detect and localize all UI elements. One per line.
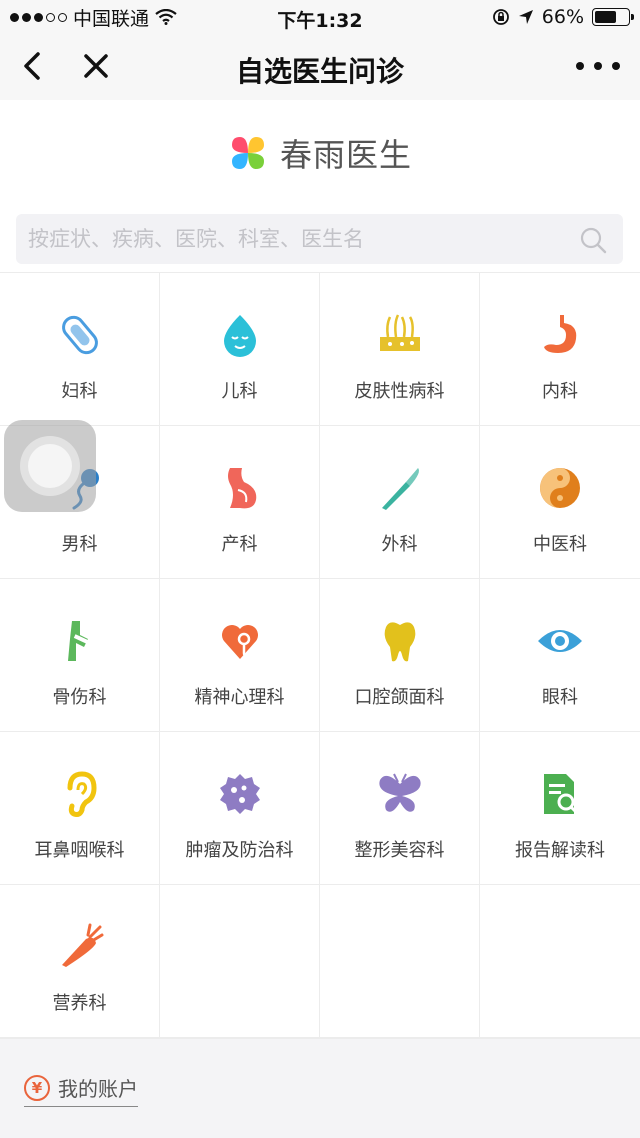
department-item[interactable]: 耳鼻咽喉科 bbox=[0, 732, 160, 885]
empty-cell bbox=[160, 885, 320, 1038]
department-label: 妇科 bbox=[61, 381, 98, 402]
department-label: 眼科 bbox=[542, 687, 578, 708]
department-item[interactable]: 营养科 bbox=[0, 885, 160, 1038]
department-label: 皮肤性病科 bbox=[354, 381, 445, 402]
department-item[interactable]: 口腔颌面科 bbox=[320, 579, 480, 732]
close-icon[interactable] bbox=[78, 48, 114, 84]
battery-fill bbox=[595, 11, 617, 23]
heart-brain-icon bbox=[216, 617, 264, 665]
nav-bar: 自选医生问诊 bbox=[0, 34, 640, 100]
search-bar bbox=[16, 214, 623, 264]
department-label: 内科 bbox=[542, 381, 578, 402]
tumor-cell-icon bbox=[216, 770, 264, 818]
yen-icon: ¥ bbox=[24, 1074, 50, 1101]
department-item[interactable]: 精神心理科 bbox=[160, 579, 320, 732]
battery-icon bbox=[592, 8, 634, 26]
my-account-link[interactable]: ¥ 我的账户 bbox=[24, 1073, 138, 1107]
brand-name: 春雨医生 bbox=[279, 136, 412, 174]
pregnant-icon bbox=[216, 464, 264, 512]
chevron-left-icon[interactable] bbox=[16, 48, 52, 84]
account-label: 我的账户 bbox=[58, 1077, 138, 1101]
department-label: 营养科 bbox=[52, 993, 107, 1014]
tooth-icon bbox=[376, 617, 424, 665]
sanitary-pad-icon bbox=[56, 311, 104, 359]
ear-icon bbox=[56, 770, 104, 818]
department-grid: 妇科 儿科 皮肤性病科 内科男科 产科 外科 中医科骨伤科 精神心理科 口腔颌面科 眼科耳鼻咽喉科… bbox=[0, 272, 640, 1038]
department-item[interactable]: 肿瘤及防治科 bbox=[160, 732, 320, 885]
department-label: 报告解读科 bbox=[515, 840, 605, 861]
status-bar: 中国联通 下午1:32 66% bbox=[0, 0, 640, 34]
department-item[interactable]: 中医科 bbox=[480, 426, 640, 579]
department-item[interactable]: 骨伤科 bbox=[0, 579, 160, 732]
department-item[interactable]: 报告解读科 bbox=[480, 732, 640, 885]
eye-icon bbox=[536, 617, 584, 665]
department-item[interactable]: 眼科 bbox=[480, 579, 640, 732]
department-item[interactable]: 儿科 bbox=[160, 273, 320, 426]
battery-percent: 66% bbox=[541, 6, 584, 28]
chunyu-logo-icon bbox=[231, 137, 264, 169]
department-label: 中医科 bbox=[533, 534, 587, 555]
status-right: 66% bbox=[492, 0, 634, 34]
department-item[interactable]: 妇科 bbox=[0, 273, 160, 426]
baby-face-icon bbox=[216, 311, 264, 359]
department-label: 儿科 bbox=[221, 381, 258, 402]
stomach-icon bbox=[536, 311, 584, 359]
department-item[interactable]: 外科 bbox=[320, 426, 480, 579]
department-label: 男科 bbox=[61, 534, 98, 555]
department-label: 肿瘤及防治科 bbox=[185, 840, 294, 861]
search-icon[interactable] bbox=[579, 226, 607, 254]
department-label: 产科 bbox=[221, 534, 258, 555]
butterfly-icon bbox=[376, 770, 424, 818]
department-label: 耳鼻咽喉科 bbox=[34, 840, 125, 861]
empty-cell bbox=[480, 885, 640, 1038]
brand: 春雨医生 bbox=[0, 128, 640, 178]
department-label: 外科 bbox=[381, 534, 418, 555]
report-search-icon bbox=[536, 770, 584, 818]
department-item[interactable]: 皮肤性病科 bbox=[320, 273, 480, 426]
more-icon[interactable] bbox=[576, 48, 620, 84]
footer: ¥ 我的账户 bbox=[0, 1038, 640, 1138]
skin-icon bbox=[376, 311, 424, 359]
bone-joint-icon bbox=[56, 617, 104, 665]
scalpel-icon bbox=[376, 464, 424, 512]
yin-yang-icon bbox=[536, 464, 584, 512]
department-label: 骨伤科 bbox=[52, 687, 107, 708]
location-arrow-icon bbox=[518, 10, 533, 24]
department-label: 整形美容科 bbox=[354, 840, 445, 861]
carrot-icon bbox=[56, 923, 104, 971]
department-label: 精神心理科 bbox=[194, 687, 285, 708]
empty-cell bbox=[320, 885, 480, 1038]
department-item[interactable]: 整形美容科 bbox=[320, 732, 480, 885]
department-item[interactable]: 产科 bbox=[160, 426, 320, 579]
assistive-touch-button[interactable] bbox=[4, 420, 96, 512]
department-label: 口腔颌面科 bbox=[354, 687, 445, 708]
department-item[interactable]: 内科 bbox=[480, 273, 640, 426]
search-input[interactable] bbox=[28, 214, 568, 264]
rotation-lock-icon bbox=[492, 9, 509, 25]
